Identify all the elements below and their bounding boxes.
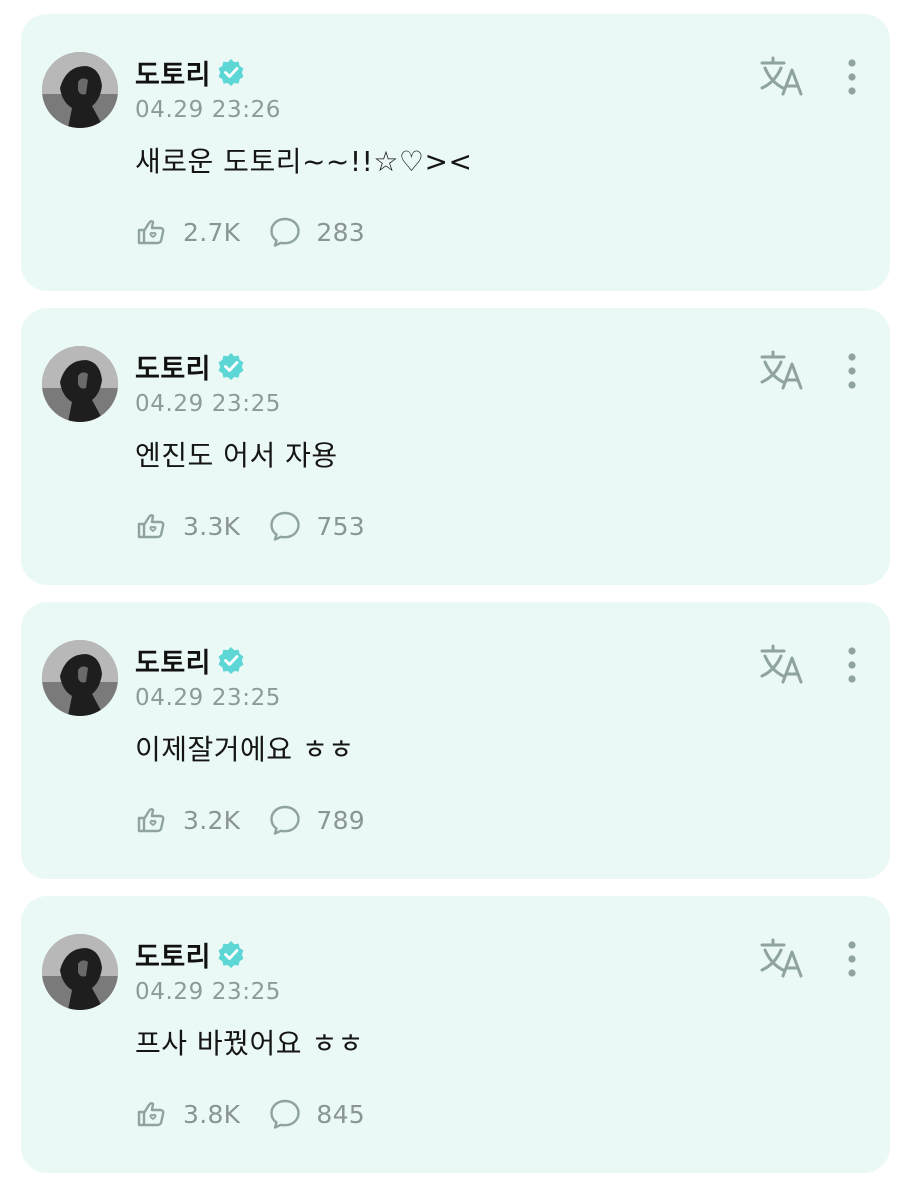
post-card[interactable]: 도토리 04.29 23:25 엔진도 어서 자용 3.3K 753 [21, 308, 890, 585]
speech-bubble-icon [270, 805, 301, 835]
verified-badge-icon [217, 646, 245, 674]
comment-button[interactable]: 283 [268, 215, 365, 249]
comment-button[interactable]: 789 [268, 803, 365, 837]
post-card[interactable]: 도토리 04.29 23:25 이제잘거에요 ㅎㅎ 3.2K 789 [21, 602, 890, 879]
like-count: 3.2K [183, 805, 241, 835]
more-vertical-icon [848, 941, 856, 977]
author-name[interactable]: 도토리 [135, 641, 211, 680]
author-name[interactable]: 도토리 [135, 53, 211, 92]
like-count: 3.3K [183, 511, 241, 541]
more-vertical-icon [848, 59, 856, 95]
post-text: 이제잘거에요 ㅎㅎ [135, 733, 355, 766]
translate-button[interactable] [759, 938, 805, 980]
translate-button[interactable] [759, 644, 805, 686]
like-button[interactable]: 3.2K [135, 803, 240, 837]
heart-hand-icon [137, 514, 165, 539]
heart-hand-icon [137, 808, 165, 833]
author-name[interactable]: 도토리 [135, 347, 211, 386]
comment-count: 845 [316, 1099, 365, 1129]
like-count: 2.7K [183, 217, 241, 247]
post-timestamp: 04.29 23:25 [135, 685, 282, 711]
post-feed: 도토리 04.29 23:26 새로운 도토리~~!!☆♡>< 2.7K 283… [0, 0, 911, 1200]
more-options-button[interactable] [839, 352, 865, 392]
speech-bubble-icon [270, 1099, 301, 1129]
post-actions: 3.2K 789 [135, 802, 365, 838]
like-count: 3.8K [183, 1099, 241, 1129]
avatar[interactable] [42, 52, 118, 128]
comment-count: 283 [316, 217, 365, 247]
post-actions: 3.8K 845 [135, 1096, 365, 1132]
translate-icon [760, 938, 803, 978]
comment-button[interactable]: 753 [268, 509, 365, 543]
translate-icon [760, 56, 803, 96]
more-vertical-icon [848, 647, 856, 683]
comment-button[interactable]: 845 [268, 1097, 365, 1131]
author-row: 도토리 [135, 346, 245, 386]
author-name[interactable]: 도토리 [135, 935, 211, 974]
translate-icon [760, 644, 803, 684]
author-row: 도토리 [135, 934, 245, 974]
post-card[interactable]: 도토리 04.29 23:26 새로운 도토리~~!!☆♡>< 2.7K 283 [21, 14, 890, 291]
post-timestamp: 04.29 23:26 [135, 97, 282, 123]
avatar[interactable] [42, 934, 118, 1010]
like-button[interactable]: 3.3K [135, 509, 240, 543]
more-options-button[interactable] [839, 58, 865, 98]
translate-icon [760, 350, 803, 390]
more-options-button[interactable] [839, 940, 865, 980]
comment-count: 753 [316, 511, 365, 541]
author-row: 도토리 [135, 640, 245, 680]
speech-bubble-icon [270, 511, 301, 541]
comment-count: 789 [316, 805, 365, 835]
speech-bubble-icon [270, 217, 301, 247]
more-options-button[interactable] [839, 646, 865, 686]
avatar[interactable] [42, 346, 118, 422]
verified-badge-icon [217, 940, 245, 968]
verified-badge-icon [217, 58, 245, 86]
like-button[interactable]: 3.8K [135, 1097, 240, 1131]
translate-button[interactable] [759, 56, 805, 98]
heart-hand-icon [137, 1102, 165, 1127]
post-timestamp: 04.29 23:25 [135, 391, 282, 417]
post-actions: 3.3K 753 [135, 508, 365, 544]
translate-button[interactable] [759, 350, 805, 392]
heart-hand-icon [137, 220, 165, 245]
like-button[interactable]: 2.7K [135, 215, 240, 249]
post-text: 엔진도 어서 자용 [135, 439, 338, 472]
post-text: 프사 바꿨어요 ㅎㅎ [135, 1027, 364, 1060]
post-card[interactable]: 도토리 04.29 23:25 프사 바꿨어요 ㅎㅎ 3.8K 845 [21, 896, 890, 1173]
avatar[interactable] [42, 640, 118, 716]
post-actions: 2.7K 283 [135, 214, 365, 250]
more-vertical-icon [848, 353, 856, 389]
verified-badge-icon [217, 352, 245, 380]
post-text: 새로운 도토리~~!!☆♡>< [135, 145, 473, 178]
post-timestamp: 04.29 23:25 [135, 979, 282, 1005]
author-row: 도토리 [135, 52, 245, 92]
